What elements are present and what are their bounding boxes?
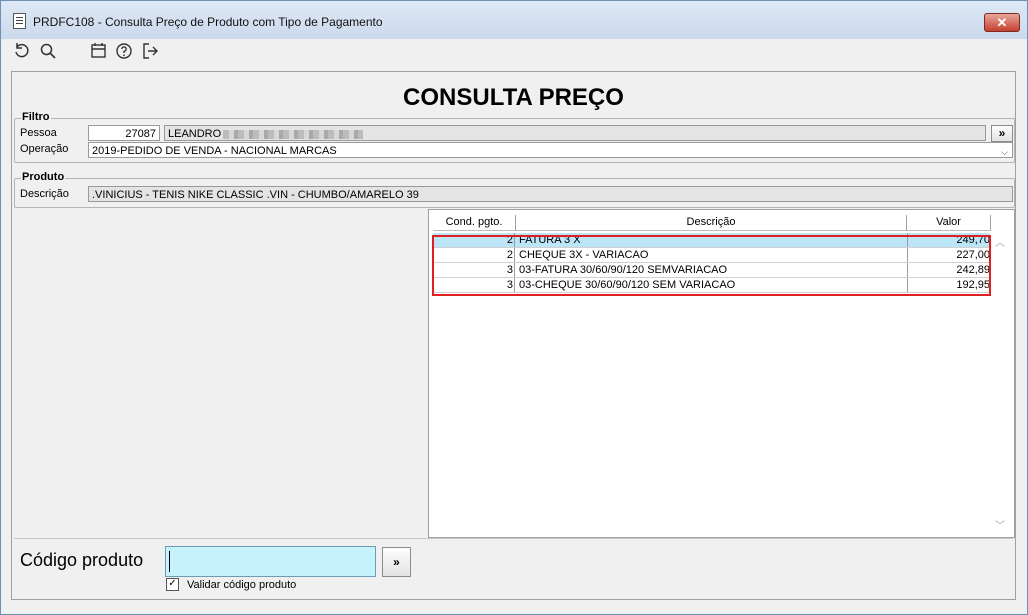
scroll-up-icon[interactable]: ︿ bbox=[995, 234, 1005, 249]
operacao-select[interactable]: 2019-PEDIDO DE VENDA - NACIONAL MARCAS ⌵ bbox=[88, 142, 1013, 158]
pessoa-search-button[interactable]: » bbox=[991, 125, 1013, 142]
redacted-text bbox=[223, 129, 364, 139]
descricao-cell: 03-CHEQUE 30/60/90/120 SEM VARIACAO bbox=[519, 279, 736, 291]
produto-group: Produto Descrição .VINICIUS - TENIS NIKE… bbox=[14, 171, 1015, 208]
chevron-down-icon: ⌵ bbox=[1001, 147, 1008, 157]
scroll-down-icon[interactable]: ﹀ bbox=[995, 517, 1005, 532]
exit-icon[interactable] bbox=[141, 42, 159, 60]
cond-cell: 2 bbox=[433, 233, 515, 247]
title-bar: PRDFC108 - Consulta Preço de Produto com… bbox=[1, 1, 1027, 39]
pessoa-label: Pessoa bbox=[20, 127, 57, 139]
filtro-group: Filtro Pessoa 27087 LEANDRO » Operação 2… bbox=[14, 111, 1015, 163]
descricao-cell: 03-FATURA 30/60/90/120 SEMVARIACAO bbox=[519, 264, 728, 276]
table-row[interactable]: 3 03-FATURA 30/60/90/120 SEMVARIACAO 242… bbox=[433, 263, 990, 278]
descricao-cell: FATURA 3 X bbox=[519, 234, 581, 246]
toolbar bbox=[1, 39, 1027, 65]
codigo-input[interactable] bbox=[165, 546, 376, 577]
page-title: CONSULTA PREÇO bbox=[403, 84, 624, 111]
window-title: PRDFC108 - Consulta Preço de Produto com… bbox=[33, 15, 383, 29]
cond-cell: 2 bbox=[433, 248, 515, 262]
price-grid[interactable]: Cond. pgto. Descrição Valor 2 FATURA 3 X… bbox=[428, 209, 1015, 538]
cond-cell: 3 bbox=[433, 278, 515, 292]
filtro-legend: Filtro bbox=[21, 111, 51, 123]
valor-cell: 242,89 bbox=[907, 263, 991, 277]
cond-cell: 3 bbox=[433, 263, 515, 277]
descricao-label: Descrição bbox=[20, 188, 69, 200]
column-header-cond[interactable]: Cond. pgto. bbox=[433, 215, 516, 231]
table-row[interactable]: 2 CHEQUE 3X - VARIACAO 227,00 bbox=[433, 248, 990, 263]
valor-cell: 249,70 bbox=[907, 233, 991, 247]
pessoa-name-text: LEANDRO bbox=[168, 128, 222, 140]
table-row[interactable]: 3 03-CHEQUE 30/60/90/120 SEM VARIACAO 19… bbox=[433, 278, 990, 293]
checkmark-icon: ✓ bbox=[168, 578, 177, 589]
main-panel: CONSULTA PREÇO Filtro Pessoa 27087 LEAND… bbox=[11, 71, 1016, 600]
undo-icon[interactable] bbox=[13, 42, 31, 60]
close-button[interactable]: ✕ bbox=[984, 13, 1020, 32]
descricao-field: .VINICIUS - TENIS NIKE CLASSIC .VIN - CH… bbox=[88, 186, 1013, 202]
validar-checkbox[interactable]: ✓ bbox=[166, 578, 179, 591]
text-caret bbox=[169, 551, 170, 572]
column-header-valor[interactable]: Valor bbox=[907, 215, 991, 231]
calendar-icon[interactable] bbox=[90, 42, 108, 60]
valor-cell: 192,95 bbox=[907, 278, 991, 292]
help-icon[interactable] bbox=[115, 42, 133, 60]
search-icon[interactable] bbox=[39, 42, 57, 60]
validar-label[interactable]: Validar código produto bbox=[187, 579, 296, 591]
codigo-label: Código produto bbox=[20, 550, 144, 570]
pessoa-name-field: LEANDRO bbox=[164, 125, 986, 141]
produto-legend: Produto bbox=[21, 171, 66, 183]
codigo-panel: Código produto » ✓ Validar código produt… bbox=[14, 538, 1013, 597]
valor-cell: 227,00 bbox=[907, 248, 991, 262]
pessoa-code-field[interactable]: 27087 bbox=[88, 125, 160, 141]
app-window: PRDFC108 - Consulta Preço de Produto com… bbox=[0, 0, 1028, 615]
operacao-label: Operação bbox=[20, 143, 69, 155]
document-icon bbox=[13, 13, 26, 29]
descricao-cell: CHEQUE 3X - VARIACAO bbox=[519, 249, 649, 261]
column-header-descricao[interactable]: Descrição bbox=[516, 215, 907, 231]
operacao-value: 2019-PEDIDO DE VENDA - NACIONAL MARCAS bbox=[92, 145, 337, 157]
codigo-search-button[interactable]: » bbox=[382, 547, 411, 577]
table-row[interactable]: 2 FATURA 3 X 249,70 bbox=[433, 233, 990, 248]
